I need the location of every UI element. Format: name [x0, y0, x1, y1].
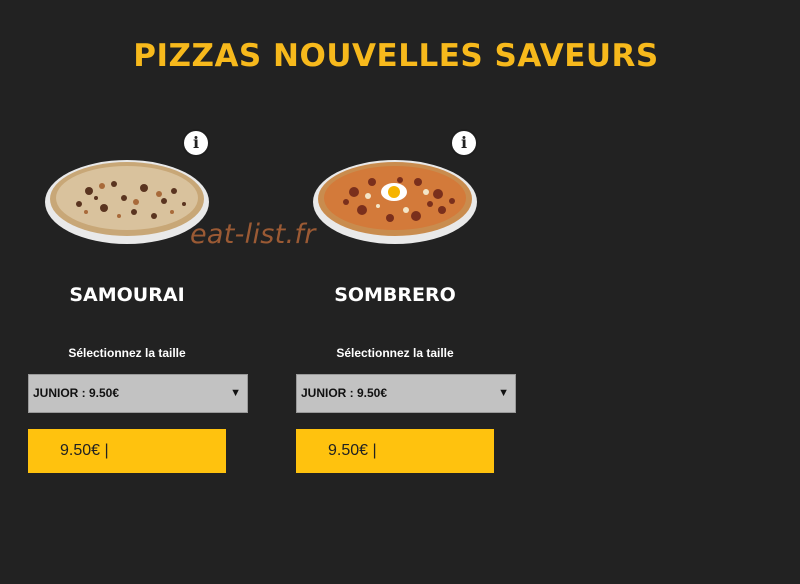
- pizza-image-sombrero[interactable]: [312, 146, 478, 246]
- info-icon[interactable]: i: [184, 131, 208, 155]
- size-select-value: JUNIOR : 9.50€: [33, 386, 120, 400]
- add-to-cart-button[interactable]: 9.50€ |: [28, 429, 226, 473]
- pizza-name: SOMBRERO: [334, 284, 456, 306]
- page-title: PIZZAS NOUVELLES SAVEURS: [133, 38, 659, 74]
- size-select-value: JUNIOR : 9.50€: [301, 386, 388, 400]
- pizza-name: SAMOURAI: [69, 284, 185, 306]
- watermark: eat-list.fr: [190, 219, 316, 250]
- chevron-down-icon: ▼: [230, 387, 241, 399]
- pizza-card-sombrero: i SOMBRERO Sélectionnez la taille JUNIOR…: [296, 128, 526, 488]
- size-label: Sélectionnez la taille: [68, 346, 186, 360]
- info-icon[interactable]: i: [452, 131, 476, 155]
- chevron-down-icon: ▼: [498, 387, 509, 399]
- pizza-card-samourai: i SAMOURAI Sélectionnez la taille JUNIOR…: [28, 128, 258, 488]
- pizza-image-samourai[interactable]: [44, 146, 210, 246]
- size-label: Sélectionnez la taille: [336, 346, 454, 360]
- size-select[interactable]: JUNIOR : 9.50€ ▼: [296, 374, 516, 413]
- size-select[interactable]: JUNIOR : 9.50€ ▼: [28, 374, 248, 413]
- add-to-cart-button[interactable]: 9.50€ |: [296, 429, 494, 473]
